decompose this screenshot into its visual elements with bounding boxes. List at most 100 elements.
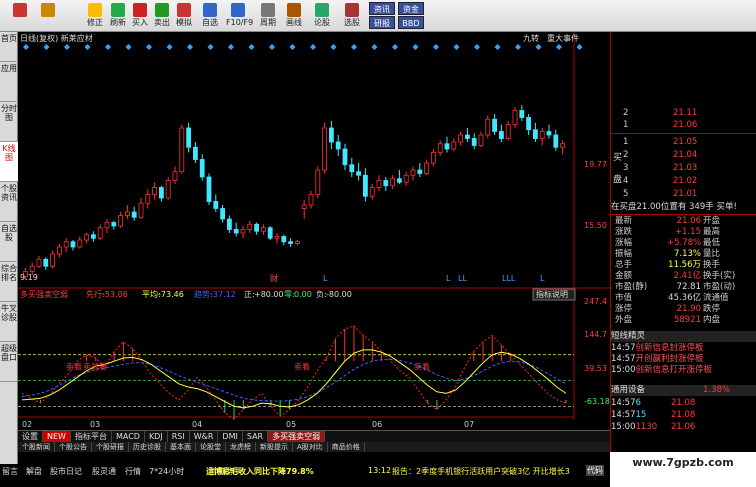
info-tab-2[interactable]: 个股研报 [92,442,129,452]
candle-body [125,211,130,216]
event-source: 创新信息 [635,343,670,353]
status-item-2[interactable]: 股市日记 [50,466,82,477]
info-tab-6[interactable]: 龙虎榜 [226,442,256,452]
candle-body [111,222,117,227]
candle-body [430,152,436,164]
toolbar-button-11[interactable]: 论股 [310,1,334,31]
info-tab-9[interactable]: 商品价格 [328,442,365,452]
status-news[interactable]: 报告：2季度手机银行活跃用户突破3亿 开比增长3 [392,466,584,477]
info-tab-5[interactable]: 论股堂 [196,442,226,452]
bid-side-label-0: 买 [613,153,623,163]
bid-price: 21.05 [673,137,698,147]
status-item-0[interactable]: 留言 [2,466,18,477]
info-tab-0[interactable]: 个股新闻 [18,442,55,452]
info-tab-3[interactable]: 历史诊股 [129,442,166,452]
candle-body [356,171,362,176]
candle-body [390,178,396,187]
indicator-tab-3[interactable]: MACD [112,431,145,442]
quote-label: 涨跌 [615,227,633,237]
quote-label: 外盘 [615,315,633,325]
candle-body [254,223,260,232]
code-button[interactable]: 代码 [586,465,604,476]
tick-time: 14:57 [611,410,636,420]
fund-button[interactable]: 资金 [398,2,424,15]
toolbar-button-7[interactable]: 自选 [198,1,222,31]
indicator-tab-7[interactable]: DMI [218,431,243,442]
candle-body [362,174,368,197]
candle-body [267,227,273,239]
vtab-0[interactable]: 首页 [0,32,18,62]
toolbar-button-12[interactable]: 选股 [340,1,364,31]
event-marker-5[interactable]: L [540,274,545,283]
status-item-3[interactable]: 股灵通 [92,466,116,477]
candle-body [186,127,192,148]
vtab-5[interactable]: 自选股 [0,222,18,262]
candle-body [84,234,89,241]
info-tab-8[interactable]: A股对比 [293,442,328,452]
status-item-1[interactable]: 解盘 [26,466,42,477]
info-tab-7[interactable]: 新股提示 [256,442,293,452]
candle-body [118,215,123,227]
vtab-2[interactable]: 分时图 [0,102,18,142]
candle-body [104,222,110,229]
indicator-tab-9[interactable]: 多买强卖空弱 [268,431,326,442]
toolbar-icon [13,3,27,17]
info-tab-4[interactable]: 基本面 [166,442,196,452]
indicator-header-4: -73.46 [158,290,184,299]
toolbar-button-2[interactable]: 修正 [83,1,107,31]
research-button[interactable]: 研报 [369,16,395,29]
toolbar-button-3[interactable]: 刷新 [106,1,130,31]
vtab-3[interactable]: K线图 [0,142,18,182]
event-marker-4[interactable]: LLL [502,274,516,283]
toolbar-button-0[interactable] [8,1,32,31]
vtab-4[interactable]: 个股资讯 [0,182,18,222]
toolbar-button-4[interactable]: 买入 [128,1,152,31]
chart-link-0[interactable]: 九转 [523,33,539,43]
indicator-tab-0[interactable]: 设置 [18,431,43,442]
ask-price: 21.11 [673,108,698,118]
candle-body [498,131,504,139]
event-marker-3[interactable]: LL [458,274,467,283]
queue-divider [611,214,756,215]
vtab-7[interactable]: 牛叉诊股 [0,302,18,342]
vtab-6[interactable]: 综合排名 [0,262,18,302]
info-tab-1[interactable]: 个股公告 [55,442,92,452]
info-tabs: 个股新闻 个股公告 个股研报 历史诊股 基本面 论股堂 龙虎榜 新股提示 A股对比 商品价格 [18,442,610,452]
event-marker-0[interactable]: 财 [270,273,278,283]
chart-link-1[interactable]: 重大事件 [547,33,579,43]
tick-price: 21.06 [671,422,696,432]
toolbar-button-5[interactable]: 卖出 [150,1,174,31]
candle-body [172,171,178,181]
indicator-tab-4[interactable]: KDJ [145,431,168,442]
vtab-1[interactable]: 应用 [0,62,18,102]
indicator-tab-1[interactable]: NEW [43,431,71,442]
indicator-tab-2[interactable]: 指标平台 [71,431,112,442]
ask-row-0: 2 21.11 [611,108,756,119]
event-marker-2[interactable]: L [446,274,451,283]
candle-body [29,265,35,272]
toolbar-icon [88,3,102,17]
candle-body [274,236,280,239]
chart-title: 日线(复权) 新莱应材 [20,33,93,43]
toolbar-button-1[interactable] [36,1,60,31]
toolbar-button-8[interactable]: F10/F9 [226,1,253,31]
news-button[interactable]: 资讯 [369,2,395,15]
vtab-8[interactable]: 超级盘口 [0,342,18,382]
quote-value: 2.41亿 [673,271,701,281]
candle-body [417,169,423,174]
status-item-5[interactable]: 7*24小时 [149,466,184,477]
toolbar-button-6[interactable]: 模拟 [172,1,196,31]
indicator-tab-6[interactable]: W&R [190,431,219,442]
bbd-button[interactable]: BBD [398,16,424,29]
indicator-tab-5[interactable]: RSI [168,431,190,442]
toolbar-button-9[interactable]: 周期 [256,1,280,31]
candle-body [233,229,239,234]
event-marker-1[interactable]: L [323,274,328,283]
candle-body [533,129,538,139]
indicator-tab-8[interactable]: SAR [243,431,269,442]
toolbar-button-10[interactable]: 画线 [282,1,306,31]
status-item-4[interactable]: 行情 [125,466,141,477]
bid-row-3: 4 21.02 [611,176,756,187]
candle-body [396,178,402,183]
quote-value: 58921 [673,315,701,325]
